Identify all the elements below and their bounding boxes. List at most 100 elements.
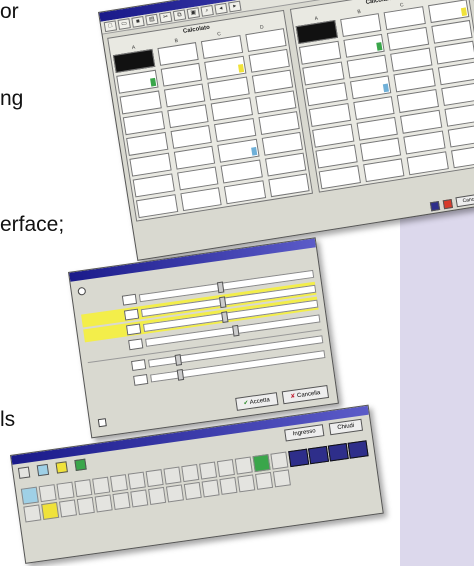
color-square[interactable] bbox=[23, 504, 42, 523]
grid-cell[interactable] bbox=[163, 83, 206, 108]
color-square[interactable] bbox=[201, 479, 220, 498]
grid-cell[interactable] bbox=[126, 131, 168, 156]
slider-thumb[interactable] bbox=[174, 353, 183, 366]
grid-cell[interactable] bbox=[318, 165, 361, 190]
grid-cell[interactable] bbox=[173, 145, 216, 170]
cut-icon[interactable]: ✂ bbox=[158, 11, 173, 24]
grid-cell[interactable] bbox=[390, 47, 432, 72]
grid-cell[interactable] bbox=[176, 166, 219, 191]
color-square[interactable] bbox=[41, 501, 60, 520]
slider-thumb[interactable] bbox=[176, 368, 185, 381]
accept-button[interactable]: ✔ Accetta bbox=[234, 392, 279, 411]
color-square[interactable] bbox=[109, 474, 129, 493]
grid-cell[interactable] bbox=[261, 131, 304, 156]
color-square[interactable] bbox=[148, 486, 167, 505]
grid-cell[interactable] bbox=[359, 137, 402, 162]
color-square[interactable] bbox=[270, 451, 289, 470]
color-square[interactable] bbox=[272, 469, 291, 488]
grid-cell[interactable] bbox=[254, 90, 297, 115]
color-square[interactable] bbox=[145, 469, 164, 488]
zoom-icon[interactable]: ⌕ bbox=[200, 5, 214, 17]
color-square[interactable] bbox=[183, 481, 202, 500]
grid-cell[interactable] bbox=[116, 69, 159, 94]
grid-cell[interactable] bbox=[399, 109, 442, 134]
grid-cell[interactable] bbox=[396, 89, 439, 114]
radio-button[interactable] bbox=[77, 286, 87, 296]
slider-thumb[interactable] bbox=[217, 281, 225, 293]
grid-cell[interactable] bbox=[315, 144, 358, 169]
grid-cell[interactable] bbox=[440, 82, 474, 107]
value-spinner[interactable] bbox=[130, 358, 147, 371]
grid-cell[interactable] bbox=[342, 33, 385, 58]
color-square[interactable] bbox=[216, 459, 235, 478]
open-icon[interactable]: ▭ bbox=[117, 18, 131, 30]
grid-cell[interactable] bbox=[349, 75, 392, 100]
navy-action-button[interactable] bbox=[327, 443, 349, 462]
grid-cell[interactable] bbox=[207, 76, 250, 101]
color-square[interactable] bbox=[20, 486, 39, 505]
color-square[interactable] bbox=[255, 471, 274, 490]
grid-cell[interactable] bbox=[220, 159, 263, 184]
grid-cell[interactable] bbox=[257, 111, 300, 136]
grid-cell[interactable] bbox=[403, 130, 446, 155]
grid-cell[interactable] bbox=[434, 40, 474, 65]
value-spinner[interactable] bbox=[133, 373, 149, 386]
grid-cell[interactable] bbox=[356, 116, 398, 141]
color-square[interactable] bbox=[76, 496, 95, 515]
color-square[interactable] bbox=[165, 484, 184, 503]
grid-cell[interactable] bbox=[447, 123, 474, 148]
color-square[interactable] bbox=[56, 481, 75, 500]
grid-cell[interactable] bbox=[450, 144, 474, 169]
arrow-left-icon[interactable]: ◂ bbox=[214, 2, 228, 15]
color-square[interactable] bbox=[130, 489, 149, 508]
grid-cell[interactable] bbox=[386, 26, 429, 51]
grid-cell[interactable] bbox=[179, 187, 222, 212]
grid-cell[interactable] bbox=[213, 118, 256, 143]
color-square[interactable] bbox=[74, 479, 93, 498]
color-square[interactable] bbox=[237, 474, 256, 493]
grid-cell[interactable] bbox=[204, 55, 246, 80]
grid-cell[interactable] bbox=[223, 180, 266, 205]
grid-cell[interactable] bbox=[437, 61, 474, 86]
grid-cell[interactable] bbox=[267, 173, 310, 198]
grid-cell[interactable] bbox=[217, 138, 260, 163]
paste-icon[interactable]: ▣ bbox=[186, 7, 201, 19]
slider-thumb[interactable] bbox=[231, 324, 240, 337]
color-square[interactable] bbox=[94, 494, 113, 513]
slider-thumb[interactable] bbox=[221, 310, 229, 323]
color-square[interactable] bbox=[219, 476, 238, 495]
color-square[interactable] bbox=[181, 464, 200, 483]
grid-cell[interactable] bbox=[166, 104, 209, 129]
color-square[interactable] bbox=[92, 476, 111, 495]
grid-cell[interactable] bbox=[308, 103, 351, 127]
color-square[interactable] bbox=[112, 491, 131, 510]
color-square[interactable] bbox=[163, 466, 182, 485]
copy-icon[interactable]: ⧉ bbox=[172, 9, 187, 22]
checkbox[interactable] bbox=[97, 418, 107, 428]
grid-cell[interactable] bbox=[427, 0, 470, 24]
new-icon[interactable]: □ bbox=[103, 20, 118, 33]
value-spinner[interactable] bbox=[128, 337, 144, 350]
color-square[interactable] bbox=[199, 461, 218, 480]
grid-cell[interactable] bbox=[132, 173, 175, 198]
grid-cell[interactable] bbox=[119, 90, 162, 115]
grid-cell[interactable] bbox=[170, 125, 212, 149]
grid-cell[interactable] bbox=[406, 151, 449, 176]
grid-cell[interactable] bbox=[393, 68, 436, 93]
save-icon[interactable]: ■ bbox=[131, 15, 145, 28]
grid-cell[interactable] bbox=[305, 82, 348, 107]
grid-cell[interactable] bbox=[248, 48, 290, 73]
grid-cell[interactable] bbox=[302, 61, 345, 86]
grid-cell[interactable] bbox=[210, 97, 253, 122]
value-spinner[interactable] bbox=[121, 293, 138, 306]
cancellazione-button[interactable]: Cancellazione bbox=[454, 190, 474, 208]
value-spinner[interactable] bbox=[125, 323, 142, 335]
color-square[interactable] bbox=[58, 499, 78, 518]
color-square[interactable] bbox=[234, 456, 253, 475]
grid-cell[interactable] bbox=[264, 152, 307, 177]
navy-action-button[interactable] bbox=[347, 440, 369, 459]
grid-cell[interactable] bbox=[135, 194, 178, 219]
grid-cell[interactable] bbox=[443, 102, 474, 127]
cancel-button[interactable]: ✘ Cancella bbox=[281, 385, 330, 405]
grid-cell[interactable] bbox=[122, 111, 165, 136]
